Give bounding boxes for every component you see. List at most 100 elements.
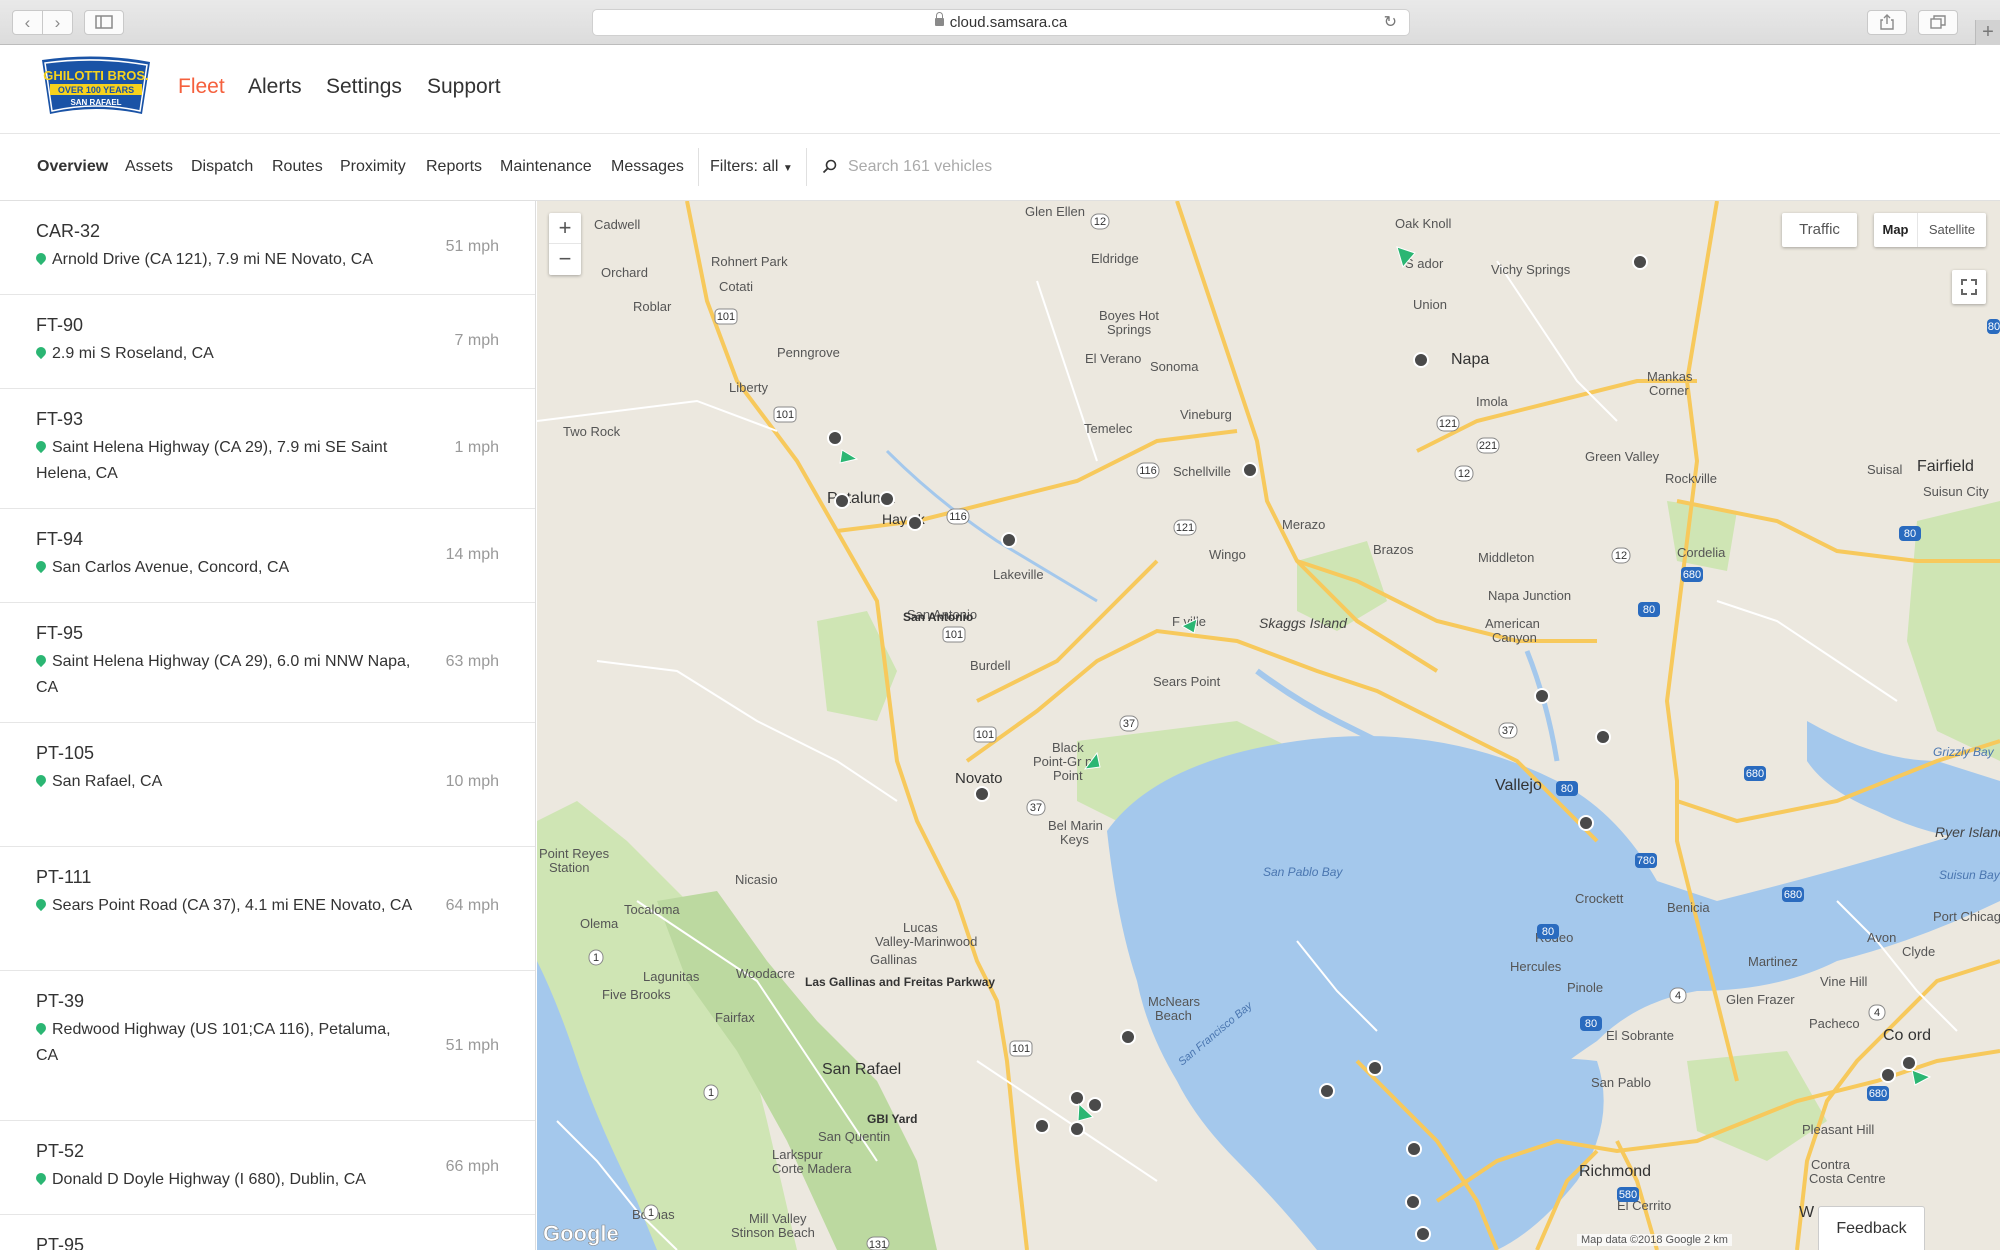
share-button[interactable] xyxy=(1867,10,1907,35)
feedback-button[interactable]: Feedback xyxy=(1818,1206,1925,1250)
route-shield: 12 xyxy=(1611,547,1631,564)
vehicle-marker[interactable] xyxy=(1034,1118,1050,1134)
vehicle-address: Donald D Doyle Highway (I 680), Dublin, … xyxy=(33,1167,416,1193)
list-item[interactable]: FT-93 Saint Helena Highway (CA 29), 7.9 … xyxy=(0,389,535,509)
vehicle-marker[interactable] xyxy=(1415,1226,1431,1242)
vehicle-marker[interactable] xyxy=(1880,1067,1896,1083)
vehicle-name: FT-90 xyxy=(36,315,84,335)
list-item[interactable]: CAR-32 Arnold Drive (CA 121), 7.9 mi NE … xyxy=(0,201,535,295)
list-item[interactable]: PT-39 Redwood Highway (US 101;CA 116), P… xyxy=(0,971,535,1121)
park-area xyxy=(1687,1051,1827,1161)
vehicle-speed: 51 mph xyxy=(445,1037,499,1054)
list-item[interactable]: PT-111 Sears Point Road (CA 37), 4.1 mi … xyxy=(0,847,535,971)
svg-text:1: 1 xyxy=(708,1087,714,1099)
vehicle-marker[interactable] xyxy=(1001,532,1017,548)
search-input[interactable] xyxy=(848,152,1148,182)
vehicle-marker[interactable] xyxy=(1413,352,1429,368)
vehicle-speed: 14 mph xyxy=(445,546,499,563)
map-type-button[interactable]: Map xyxy=(1874,213,1918,247)
map-label: Las Gallinas and Freitas Parkway xyxy=(805,975,995,989)
map-label: Suisun Bay xyxy=(1939,868,2000,882)
svg-text:121: 121 xyxy=(1439,418,1457,430)
vehicle-marker[interactable] xyxy=(1595,729,1611,745)
map-attribution: Map data ©2018 Google 2 km xyxy=(1577,1234,1732,1246)
vehicle-marker[interactable] xyxy=(1367,1060,1383,1076)
location-pin-icon xyxy=(33,896,49,912)
route-shield: 80 xyxy=(1638,602,1660,617)
vehicle-marker[interactable] xyxy=(1901,1055,1917,1071)
filters-label: Filters: all xyxy=(710,158,779,175)
fleet-map[interactable]: Glen Ellen Cadwell Rohnert Park Cotati O… xyxy=(537,201,2000,1250)
vehicle-marker[interactable] xyxy=(1069,1090,1085,1106)
zoom-out-button[interactable]: − xyxy=(549,244,581,275)
tab-overview[interactable]: Overview xyxy=(37,158,108,176)
new-tab-button[interactable]: + xyxy=(1975,20,2000,45)
list-item[interactable]: PT-105 San Rafael, CA 10 mph xyxy=(0,723,535,847)
vehicle-marker[interactable] xyxy=(834,493,850,509)
map-label: Roblar xyxy=(633,299,672,314)
filters-dropdown[interactable]: Filters: all ▼ xyxy=(710,158,793,176)
svg-text:101: 101 xyxy=(776,409,794,421)
nav-settings[interactable]: Settings xyxy=(326,75,402,99)
company-logo[interactable]: GHILOTTI BROS. OVER 100 YEARS SAN RAFAEL xyxy=(36,56,156,118)
list-item[interactable]: FT-90 2.9 mi S Roseland, CA 7 mph xyxy=(0,295,535,389)
map-label: Novato xyxy=(955,770,1003,787)
zoom-in-button[interactable]: + xyxy=(549,213,581,244)
vehicle-marker[interactable] xyxy=(1319,1083,1335,1099)
tab-assets[interactable]: Assets xyxy=(125,158,173,176)
map-canvas[interactable]: Glen Ellen Cadwell Rohnert Park Cotati O… xyxy=(537,201,2000,1250)
vehicle-marker[interactable] xyxy=(907,515,923,531)
tab-reports[interactable]: Reports xyxy=(426,158,482,176)
route-shield: 101 xyxy=(773,406,797,423)
vehicle-marker[interactable] xyxy=(1534,688,1550,704)
back-button[interactable]: ‹ xyxy=(12,10,43,35)
nav-fleet[interactable]: Fleet xyxy=(178,75,225,99)
tab-messages[interactable]: Messages xyxy=(611,158,684,176)
reload-icon[interactable]: ↻ xyxy=(1384,10,1397,35)
vehicle-marker[interactable] xyxy=(1120,1029,1136,1045)
svg-text:80: 80 xyxy=(1542,926,1554,938)
tab-proximity[interactable]: Proximity xyxy=(340,158,406,176)
tab-maintenance[interactable]: Maintenance xyxy=(500,158,592,176)
moving-vehicle-marker[interactable] xyxy=(839,449,859,464)
vehicle-list[interactable]: CAR-32 Arnold Drive (CA 121), 7.9 mi NE … xyxy=(0,201,536,1250)
list-item[interactable]: PT-95 xyxy=(0,1215,535,1250)
map-label: Keys xyxy=(1060,832,1089,847)
fullscreen-button[interactable] xyxy=(1952,270,1986,304)
list-item[interactable]: FT-95 Saint Helena Highway (CA 29), 6.0 … xyxy=(0,603,535,723)
tabs-button[interactable] xyxy=(1918,10,1958,35)
vehicle-marker[interactable] xyxy=(1069,1121,1085,1137)
map-label: Boyes Hot xyxy=(1099,308,1159,323)
map-label: San Pablo xyxy=(1591,1075,1651,1090)
svg-text:131: 131 xyxy=(869,1239,887,1250)
svg-text:680: 680 xyxy=(1683,569,1701,581)
map-label: Beach xyxy=(1155,1008,1192,1023)
moving-vehicle-marker[interactable] xyxy=(1911,1069,1932,1086)
caret-down-icon: ▼ xyxy=(782,163,793,174)
vehicle-marker[interactable] xyxy=(1087,1097,1103,1113)
vehicle-marker[interactable] xyxy=(1578,815,1594,831)
vehicle-marker[interactable] xyxy=(974,786,990,802)
list-item[interactable]: PT-52 Donald D Doyle Highway (I 680), Du… xyxy=(0,1121,535,1215)
vehicle-marker[interactable] xyxy=(1406,1141,1422,1157)
vehicle-marker[interactable] xyxy=(879,491,895,507)
svg-text:101: 101 xyxy=(945,629,963,641)
sidebar-toggle-button[interactable] xyxy=(84,10,124,35)
address-bar[interactable]: cloud.samsara.ca ↻ xyxy=(592,9,1410,36)
vehicle-marker[interactable] xyxy=(1405,1194,1421,1210)
vehicle-marker[interactable] xyxy=(1632,254,1648,270)
tab-dispatch[interactable]: Dispatch xyxy=(191,158,253,176)
tab-routes[interactable]: Routes xyxy=(272,158,323,176)
map-label: Nicasio xyxy=(735,872,778,887)
list-item[interactable]: FT-94 San Carlos Avenue, Concord, CA 14 … xyxy=(0,509,535,603)
svg-text:221: 221 xyxy=(1479,440,1497,452)
nav-support[interactable]: Support xyxy=(427,75,501,99)
vehicle-marker[interactable] xyxy=(1242,462,1258,478)
vehicle-address: Saint Helena Highway (CA 29), 7.9 mi SE … xyxy=(33,435,416,487)
forward-button[interactable]: › xyxy=(42,10,73,35)
nav-alerts[interactable]: Alerts xyxy=(248,75,302,99)
map-label: Sonoma xyxy=(1150,359,1199,374)
vehicle-marker[interactable] xyxy=(827,430,843,446)
traffic-button[interactable]: Traffic xyxy=(1782,213,1857,247)
satellite-button[interactable]: Satellite xyxy=(1918,213,1986,247)
